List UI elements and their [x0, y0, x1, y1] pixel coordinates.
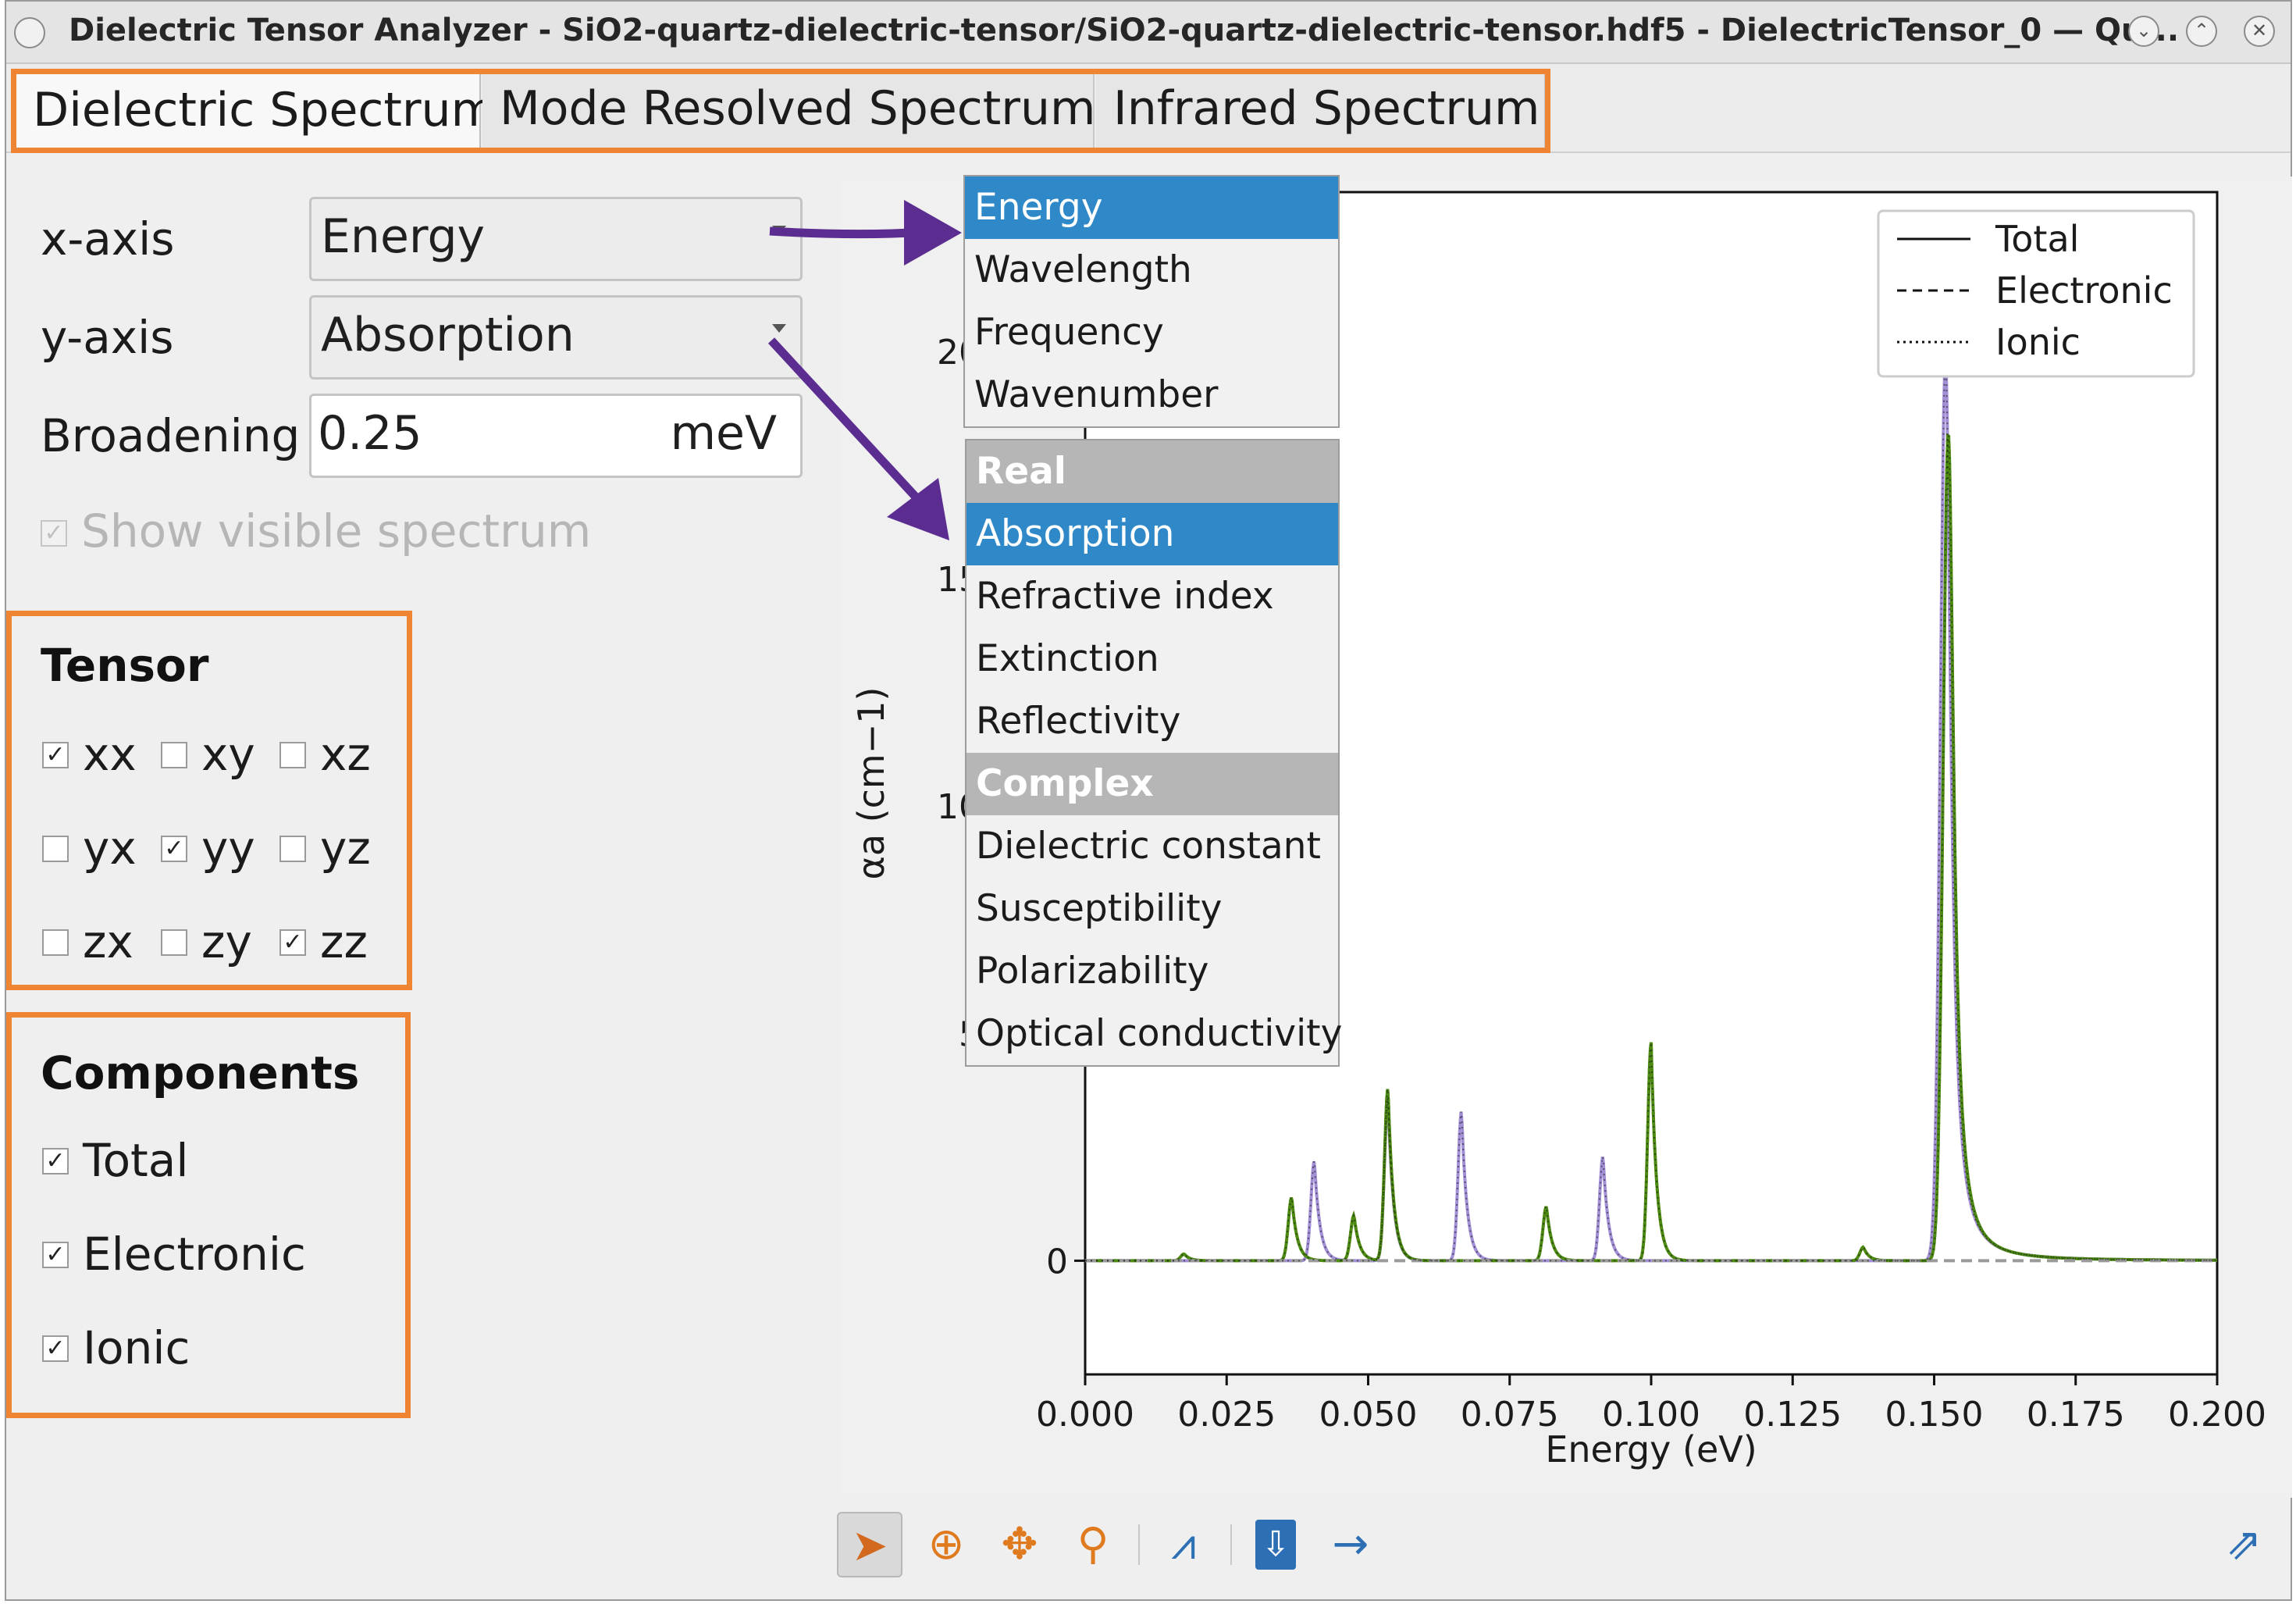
arrow-to-xaxis-dropdown [769, 226, 913, 239]
arrow-head-xaxis [904, 200, 962, 266]
arrow-to-yaxis-dropdown [767, 337, 925, 506]
app-window: Dielectric Tensor Analyzer - SiO2-quartz… [5, 0, 2292, 1601]
arrow-head-yaxis [887, 478, 949, 540]
annotation-arrows [767, 200, 962, 540]
